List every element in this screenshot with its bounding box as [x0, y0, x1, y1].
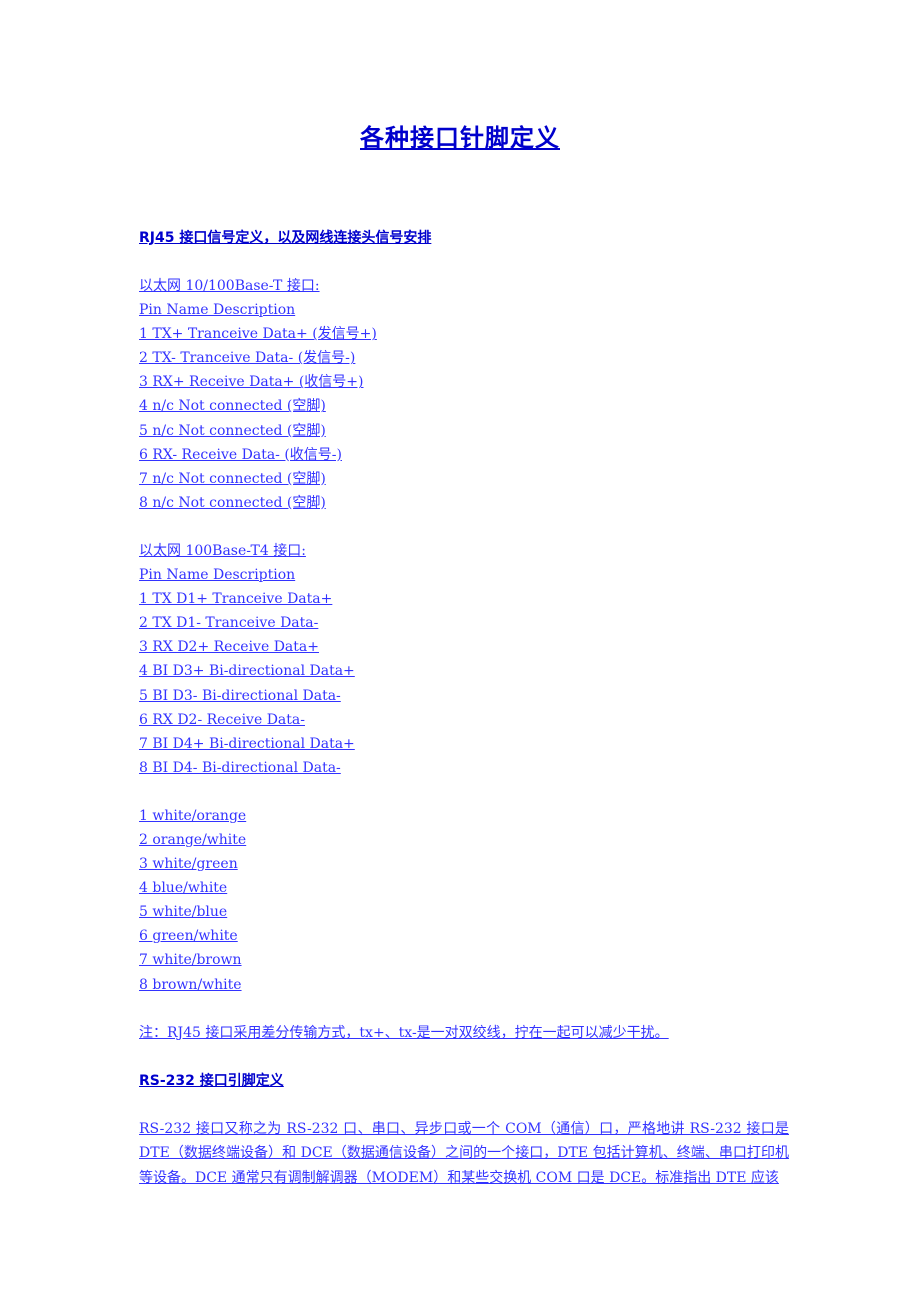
rj45-heading: RJ45 接口信号定义，以及网线连接头信号安排: [139, 226, 789, 250]
base-t4-pin-link[interactable]: 1 TX D1+ Tranceive Data+: [139, 591, 332, 607]
base-t4-pin: 3 RX D2+ Receive Data+: [139, 635, 789, 659]
base-t4-pin-link[interactable]: 3 RX D2+ Receive Data+: [139, 639, 319, 655]
base-t-pin-link[interactable]: 2 TX- Tranceive Data- (发信号-): [139, 350, 355, 366]
rs232-heading-link[interactable]: RS-232 接口引脚定义: [139, 1073, 284, 1089]
base-t-pin: 5 n/c Not connected (空脚): [139, 419, 789, 443]
base-t4-label: 以太网 100Base-T4 接口:: [139, 539, 789, 563]
wire-color-link[interactable]: 4 blue/white: [139, 880, 227, 896]
base-t4-pin: 6 RX D2- Receive Data-: [139, 708, 789, 732]
wire-color-link[interactable]: 8 brown/white: [139, 977, 242, 993]
base-t-pin-link[interactable]: 5 n/c Not connected (空脚): [139, 423, 326, 439]
base-t4-header-link[interactable]: Pin Name Description: [139, 567, 295, 583]
base-t-pin-link[interactable]: 1 TX+ Tranceive Data+ (发信号+): [139, 326, 377, 342]
wire-color-link[interactable]: 6 green/white: [139, 928, 238, 944]
base-t4-pin: 1 TX D1+ Tranceive Data+: [139, 587, 789, 611]
base-t-pin-link[interactable]: 6 RX- Receive Data- (收信号-): [139, 447, 342, 463]
base-t-pin: 7 n/c Not connected (空脚): [139, 467, 789, 491]
base-t4-pin: 2 TX D1- Tranceive Data-: [139, 611, 789, 635]
base-t4-header: Pin Name Description: [139, 563, 789, 587]
base-t4-pin: 5 BI D3- Bi-directional Data-: [139, 684, 789, 708]
base-t-label: 以太网 10/100Base-T 接口:: [139, 274, 789, 298]
base-t-header-link[interactable]: Pin Name Description: [139, 302, 295, 318]
wire-color-link[interactable]: 7 white/brown: [139, 952, 242, 968]
wire-color-link[interactable]: 5 white/blue: [139, 904, 227, 920]
wire-color: 7 white/brown: [139, 948, 789, 972]
rj45-heading-link[interactable]: RJ45 接口信号定义，以及网线连接头信号安排: [139, 230, 431, 246]
base-t4-pin: 4 BI D3+ Bi-directional Data+: [139, 659, 789, 683]
wire-color: 3 white/green: [139, 852, 789, 876]
wire-color: 6 green/white: [139, 924, 789, 948]
wire-color: 2 orange/white: [139, 828, 789, 852]
base-t-pin-link[interactable]: 4 n/c Not connected (空脚): [139, 398, 326, 414]
page-title-link[interactable]: 各种接口针脚定义: [360, 124, 560, 152]
base-t4-pin-link[interactable]: 5 BI D3- Bi-directional Data-: [139, 688, 341, 704]
rs232-heading: RS-232 接口引脚定义: [139, 1069, 789, 1093]
base-t-pin-link[interactable]: 7 n/c Not connected (空脚): [139, 471, 326, 487]
base-t4-pin: 7 BI D4+ Bi-directional Data+: [139, 732, 789, 756]
base-t-pin: 4 n/c Not connected (空脚): [139, 394, 789, 418]
base-t-pin-link[interactable]: 8 n/c Not connected (空脚): [139, 495, 326, 511]
base-t4-pin-link[interactable]: 7 BI D4+ Bi-directional Data+: [139, 736, 355, 752]
base-t4-label-link[interactable]: 以太网 100Base-T4 接口:: [139, 543, 306, 559]
wire-color: 4 blue/white: [139, 876, 789, 900]
base-t-pin: 6 RX- Receive Data- (收信号-): [139, 443, 789, 467]
base-t-pin-link[interactable]: 3 RX+ Receive Data+ (收信号+): [139, 374, 364, 390]
wire-color-link[interactable]: 1 white/orange: [139, 808, 246, 824]
base-t4-pin-link[interactable]: 6 RX D2- Receive Data-: [139, 712, 305, 728]
wire-color: 1 white/orange: [139, 804, 789, 828]
base-t-label-link[interactable]: 以太网 10/100Base-T 接口:: [139, 278, 320, 294]
base-t4-pin-link[interactable]: 4 BI D3+ Bi-directional Data+: [139, 663, 355, 679]
wire-color: 8 brown/white: [139, 973, 789, 997]
base-t-pin: 2 TX- Tranceive Data- (发信号-): [139, 346, 789, 370]
base-t4-pin-link[interactable]: 8 BI D4- Bi-directional Data-: [139, 760, 341, 776]
wire-color-link[interactable]: 3 white/green: [139, 856, 238, 872]
rj45-note: 注：RJ45 接口采用差分传输方式，tx+、tx-是一对双绞线，拧在一起可以减少…: [139, 1021, 789, 1045]
wire-color-link[interactable]: 2 orange/white: [139, 832, 246, 848]
page-title: 各种接口针脚定义: [0, 118, 920, 153]
base-t-pin: 1 TX+ Tranceive Data+ (发信号+): [139, 322, 789, 346]
base-t-pin: 8 n/c Not connected (空脚): [139, 491, 789, 515]
rj45-note-link[interactable]: 注：RJ45 接口采用差分传输方式，tx+、tx-是一对双绞线，拧在一起可以减少…: [139, 1025, 669, 1041]
base-t4-pin: 8 BI D4- Bi-directional Data-: [139, 756, 789, 780]
document-body: RJ45 接口信号定义，以及网线连接头信号安排 以太网 10/100Base-T…: [139, 226, 789, 1190]
rs232-paragraph: RS-232 接口又称之为 RS-232 口、串口、异步口或一个 COM（通信）…: [139, 1117, 789, 1191]
base-t-pin: 3 RX+ Receive Data+ (收信号+): [139, 370, 789, 394]
rs232-paragraph-link[interactable]: RS-232 接口又称之为 RS-232 口、串口、异步口或一个 COM（通信）…: [139, 1121, 789, 1186]
wire-color: 5 white/blue: [139, 900, 789, 924]
base-t-header: Pin Name Description: [139, 298, 789, 322]
base-t4-pin-link[interactable]: 2 TX D1- Tranceive Data-: [139, 615, 318, 631]
